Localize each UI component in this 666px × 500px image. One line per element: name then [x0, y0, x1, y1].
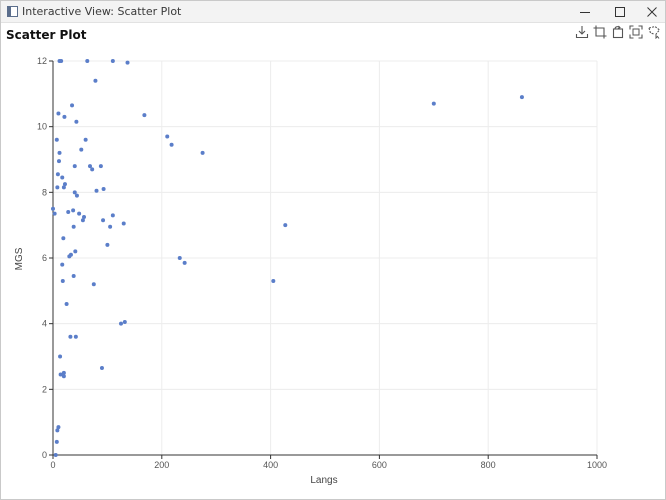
x-tick-label: 200 [154, 460, 169, 470]
data-point [271, 278, 276, 283]
data-point [62, 114, 67, 119]
data-point [52, 211, 57, 216]
data-point [51, 206, 55, 211]
data-point [71, 208, 76, 213]
data-point [90, 167, 95, 172]
data-point [99, 365, 104, 370]
tick-labels: 0 200 400 600 800 1000 0 2 4 6 8 10 12 [37, 56, 607, 470]
data-point [59, 59, 64, 63]
data-point [83, 137, 88, 142]
x-tick-label: 1000 [587, 460, 607, 470]
data-point [61, 236, 66, 241]
data-point [79, 147, 84, 152]
data-point [55, 172, 60, 177]
data-point [72, 164, 77, 169]
y-tick-label: 10 [37, 122, 47, 132]
x-tick-label: 0 [50, 460, 55, 470]
data-point [121, 221, 126, 226]
data-point [60, 262, 65, 267]
data-point [72, 190, 77, 195]
data-point [53, 453, 58, 457]
y-axis-label: MGS [14, 247, 25, 270]
data-point [119, 321, 123, 326]
data-point [200, 150, 205, 155]
data-point [68, 252, 73, 257]
data-point [169, 142, 174, 147]
data-point [91, 282, 96, 287]
data-point [71, 224, 76, 229]
data-point [98, 164, 103, 169]
data-point [74, 119, 79, 124]
data-point [74, 193, 79, 198]
data-point [68, 334, 73, 339]
data-point [182, 260, 187, 265]
data-point [57, 150, 62, 155]
x-tick-label: 400 [263, 460, 278, 470]
data-point [58, 354, 63, 359]
scatter-plot-chart[interactable]: 0 200 400 600 800 1000 0 2 4 6 8 10 12 Langs MGS [1, 1, 665, 499]
data-point [56, 159, 61, 164]
data-point [73, 249, 78, 254]
y-tick-label: 6 [42, 253, 47, 263]
data-point [431, 101, 436, 106]
data-point [60, 175, 65, 180]
data-point [519, 95, 524, 100]
data-point [122, 320, 127, 325]
data-point [54, 439, 59, 444]
data-point [110, 213, 115, 218]
data-point [101, 187, 106, 192]
data-point [60, 278, 65, 283]
data-point [87, 164, 92, 169]
x-tick-label: 800 [481, 460, 496, 470]
scatter-plot-window: Interactive View: Scatter Plot Scatter P… [0, 0, 666, 500]
x-axis-label: Langs [310, 475, 337, 486]
data-point [77, 211, 82, 216]
data-point [85, 59, 90, 63]
data-point [62, 182, 67, 187]
y-tick-label: 8 [42, 187, 47, 197]
data-point [101, 218, 106, 223]
data-point [94, 188, 99, 193]
data-point [56, 111, 61, 116]
data-point [93, 78, 98, 83]
y-tick-label: 12 [37, 56, 47, 66]
data-point [283, 223, 288, 228]
y-tick-label: 4 [42, 319, 47, 329]
grid-lines [52, 60, 598, 456]
y-tick-label: 0 [42, 450, 47, 460]
data-point [61, 374, 66, 379]
data-point [66, 210, 71, 215]
data-point [55, 185, 60, 190]
data-point [73, 334, 78, 339]
data-point [142, 113, 147, 118]
data-point [108, 224, 113, 229]
data-point [165, 134, 170, 139]
data-point [125, 60, 130, 65]
data-point [64, 301, 69, 306]
x-tick-label: 600 [372, 460, 387, 470]
data-point [82, 214, 87, 219]
data-point [105, 242, 110, 247]
data-point [56, 425, 61, 430]
data-point [110, 59, 115, 63]
data-point [70, 103, 75, 108]
axes [49, 60, 598, 459]
y-tick-label: 2 [42, 384, 47, 394]
data-point [177, 256, 182, 260]
data-point [54, 137, 59, 142]
data-point [71, 274, 76, 279]
